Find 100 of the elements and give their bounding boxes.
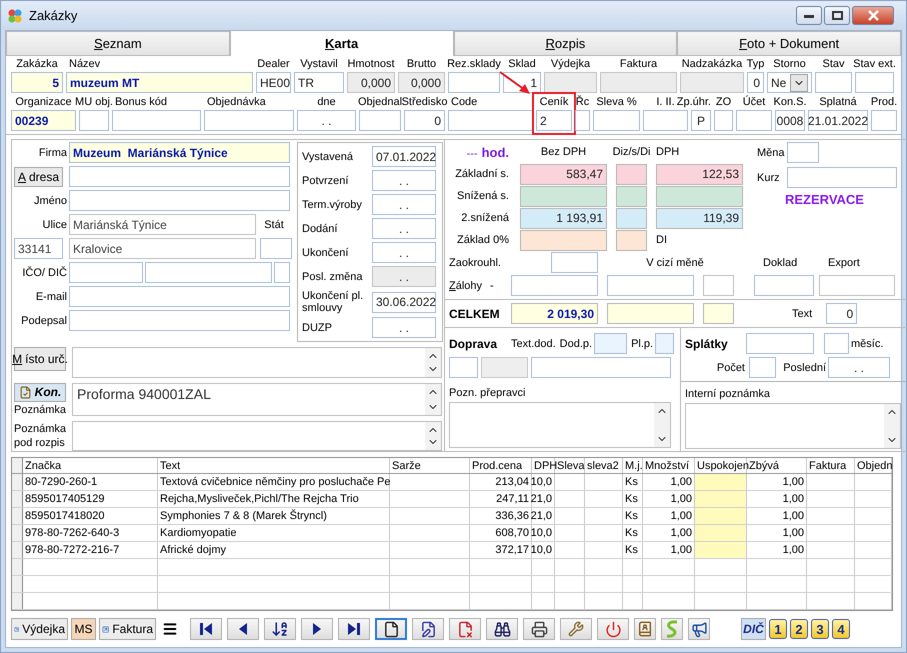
row-header[interactable]: [12, 508, 23, 524]
column-header[interactable]: Množství: [643, 458, 695, 474]
tab[interactable]: Rozpis: [454, 31, 678, 56]
row-header[interactable]: [12, 576, 23, 592]
input-field[interactable]: Muzeum Mariánská Týnice: [69, 142, 290, 163]
input-field[interactable]: [787, 167, 897, 188]
input-field[interactable]: [69, 286, 290, 307]
input-field[interactable]: [754, 275, 814, 296]
input-field[interactable]: [616, 186, 647, 206]
input-field[interactable]: . .: [828, 357, 890, 378]
input-field[interactable]: TR: [294, 72, 344, 93]
input-field[interactable]: 2: [536, 110, 572, 131]
input-field[interactable]: [607, 303, 694, 324]
toolbar-button[interactable]: [486, 618, 518, 640]
amount-field[interactable]: 583,47: [520, 164, 607, 184]
input-field[interactable]: [551, 252, 598, 273]
numbered-button[interactable]: 3: [811, 619, 829, 639]
amount-field[interactable]: [520, 186, 607, 206]
column-header[interactable]: DPH: [532, 458, 555, 474]
column-header[interactable]: Text: [158, 458, 390, 474]
dic-button[interactable]: DIČ: [741, 618, 766, 640]
input-field[interactable]: [274, 262, 290, 283]
column-header[interactable]: Zbývá: [747, 458, 807, 474]
amount-field[interactable]: 1 193,91: [520, 208, 607, 228]
input-field[interactable]: [643, 110, 688, 131]
input-field[interactable]: [616, 230, 647, 250]
toolbar-button[interactable]: MS: [71, 618, 96, 640]
total-field[interactable]: 2 019,30: [511, 303, 598, 324]
input-field[interactable]: [69, 166, 290, 187]
toolbar-button[interactable]: [190, 618, 222, 640]
input-field[interactable]: . .: [297, 110, 356, 131]
input-field[interactable]: [145, 262, 272, 283]
toolbar-button[interactable]: [412, 618, 444, 640]
toolbar-button[interactable]: [301, 618, 333, 640]
toolbar-button[interactable]: [688, 618, 710, 640]
input-field[interactable]: [260, 238, 292, 259]
input-field[interactable]: [69, 190, 290, 211]
column-header[interactable]: Prod.cena: [470, 458, 532, 474]
scrollbar[interactable]: [425, 422, 441, 450]
date-field[interactable]: 30.06.2022: [372, 292, 436, 312]
scrollbar[interactable]: [425, 384, 441, 414]
date-field[interactable]: . .: [372, 170, 436, 191]
row-header[interactable]: [12, 525, 23, 542]
input-field[interactable]: 0: [826, 303, 858, 324]
column-header[interactable]: Faktura: [807, 458, 855, 474]
column-header[interactable]: sleva2: [585, 458, 623, 474]
input-field[interactable]: 33141: [14, 238, 63, 259]
dropdown[interactable]: Ne: [767, 72, 812, 93]
input-field[interactable]: 0008: [775, 110, 805, 131]
input-field[interactable]: Kralovice: [69, 238, 256, 259]
input-field[interactable]: 21.01.2022: [808, 110, 868, 131]
row-header[interactable]: [12, 491, 23, 508]
input-field[interactable]: [69, 262, 143, 283]
input-field[interactable]: [593, 110, 640, 131]
input-field[interactable]: [204, 110, 294, 131]
input-field[interactable]: [680, 72, 744, 93]
input-field[interactable]: P: [691, 110, 711, 131]
row-header[interactable]: [12, 559, 23, 576]
input-field[interactable]: [871, 110, 897, 131]
input-field[interactable]: [448, 110, 533, 131]
input-field[interactable]: [359, 110, 401, 131]
input-field[interactable]: [481, 357, 528, 378]
input-field[interactable]: 00239: [11, 110, 76, 131]
input-field[interactable]: 0,000: [347, 72, 395, 93]
input-field[interactable]: [607, 275, 694, 296]
maximize-button[interactable]: [824, 6, 850, 25]
input-field[interactable]: muzeum MT: [66, 72, 253, 93]
row-header[interactable]: [12, 474, 23, 490]
tab[interactable]: Karta: [230, 31, 454, 56]
toolbar-button[interactable]: [523, 618, 555, 640]
amount-field[interactable]: 122,53: [656, 164, 743, 184]
input-field[interactable]: [616, 164, 647, 184]
input-field[interactable]: [815, 72, 852, 93]
input-field[interactable]: [449, 357, 478, 378]
tab[interactable]: Foto + Dokument: [677, 31, 901, 56]
input-field[interactable]: [703, 303, 734, 324]
minimize-button[interactable]: [796, 6, 822, 25]
input-field[interactable]: [819, 275, 895, 296]
amount-field[interactable]: [656, 186, 743, 206]
input-field[interactable]: [594, 333, 628, 354]
input-field[interactable]: [600, 72, 677, 93]
link-button[interactable]: Faktura: [99, 618, 156, 640]
date-field[interactable]: . .: [372, 218, 436, 239]
link-button[interactable]: Výdejka: [11, 618, 68, 640]
input-field[interactable]: [511, 275, 598, 296]
input-field[interactable]: 0: [404, 110, 445, 131]
text-area[interactable]: Proforma 940001ZAL: [72, 382, 442, 416]
scrollbar[interactable]: [654, 403, 670, 447]
input-field[interactable]: 0,000: [398, 72, 445, 93]
close-button[interactable]: [852, 6, 894, 25]
date-field[interactable]: . .: [372, 194, 436, 215]
date-field[interactable]: . .: [372, 266, 436, 287]
numbered-button[interactable]: 4: [832, 619, 850, 639]
input-field[interactable]: [79, 110, 109, 131]
column-header[interactable]: Značka: [23, 458, 158, 474]
input-field[interactable]: [787, 142, 819, 163]
numbered-button[interactable]: 2: [790, 619, 808, 639]
input-field[interactable]: [531, 357, 671, 378]
input-field[interactable]: [855, 72, 894, 93]
input-field[interactable]: [703, 275, 734, 296]
